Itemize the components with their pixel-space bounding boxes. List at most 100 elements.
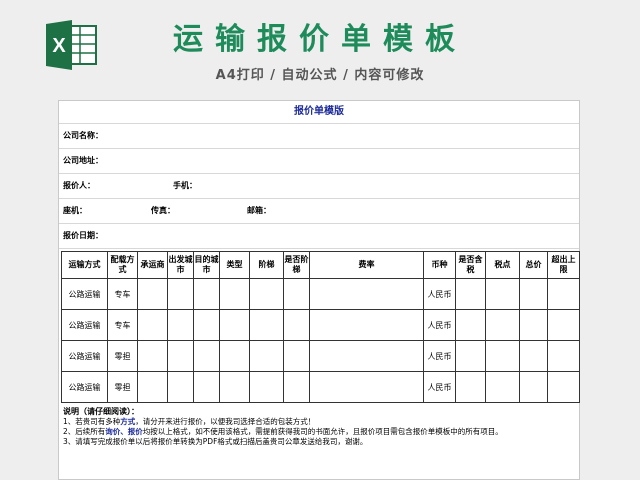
sheet-title: 报价单模版 [59,101,579,124]
cell-total[interactable] [519,278,548,310]
cell-type[interactable] [219,309,250,341]
notes-section: 说明（请仔细阅读）： 1、若贵司有多种方式，请分开来进行报价，以便我司选择合适的… [59,407,579,447]
quote-date-label: 报价日期： [63,231,103,240]
quote-date-row: 报价日期： [59,224,579,249]
cell-is-tiered[interactable] [283,371,310,403]
cell-tax-rate[interactable] [485,340,520,372]
cell-carrier[interactable] [137,371,168,403]
cell-currency[interactable]: 人民币 [423,278,456,310]
company-address-row: 公司地址： [59,149,579,174]
cell-type[interactable] [219,278,250,310]
cell-currency[interactable]: 人民币 [423,309,456,341]
cell-over-limit[interactable] [547,278,580,310]
cell-transport-mode[interactable]: 公路运输 [61,371,108,403]
company-name-label: 公司名称： [63,131,103,140]
col-origin-city: 出发城市 [167,251,194,279]
col-tax-rate: 税点 [485,251,520,279]
cell-load-mode[interactable]: 专车 [107,309,138,341]
cell-tier[interactable] [249,340,284,372]
cell-over-limit[interactable] [547,371,580,403]
cell-origin-city[interactable] [167,309,194,341]
quoter-label: 报价人： [63,181,95,190]
cell-type[interactable] [219,371,250,403]
cell-tax-included[interactable] [455,371,486,403]
fax-label: 传真： [151,206,175,215]
cell-total[interactable] [519,309,548,341]
cell-load-mode[interactable]: 专车 [107,278,138,310]
note-line-1: 1、若贵司有多种方式，请分开来进行报价，以便我司选择合适的包装方式！ [63,417,316,426]
cell-load-mode[interactable]: 零担 [107,340,138,372]
company-address-label: 公司地址： [63,156,103,165]
cell-over-limit[interactable] [547,340,580,372]
cell-rate[interactable] [309,309,424,341]
cell-carrier[interactable] [137,340,168,372]
table-row: 公路运输 专车 人民币 [61,309,580,341]
cell-destination-city[interactable] [193,340,220,372]
cell-tax-rate[interactable] [485,278,520,310]
notes-title: 说明（请仔细阅读）： [63,407,139,416]
cell-origin-city[interactable] [167,340,194,372]
table-row: 公路运输 专车 人民币 [61,278,580,310]
company-name-row: 公司名称： [59,124,579,149]
cell-destination-city[interactable] [193,309,220,341]
note-line-3: 3、请填写完成报价单以后将报价单转换为PDF格式或扫描后盖贵司公章发送给我司，谢… [63,437,368,446]
cell-rate[interactable] [309,340,424,372]
col-destination-city: 目的城市 [193,251,220,279]
cell-carrier[interactable] [137,309,168,341]
cell-rate[interactable] [309,371,424,403]
contact-row: 座机： 传真： 邮箱： [59,199,579,224]
col-type: 类型 [219,251,250,279]
cell-is-tiered[interactable] [283,278,310,310]
note-line-2: 2、后续所有询价、报价均按以上格式，如不使用该格式，需提前获得我司的书面允许，且… [63,427,503,436]
col-transport-mode: 运输方式 [61,251,108,279]
quote-sheet: 报价单模版 公司名称： 公司地址： 报价人： 手机： 座机： 传真： 邮箱： 报… [58,100,580,480]
cell-total[interactable] [519,371,548,403]
cell-destination-city[interactable] [193,371,220,403]
col-tier: 阶梯 [249,251,284,279]
email-label: 邮箱： [247,206,271,215]
quoter-row: 报价人： 手机： [59,174,579,199]
cell-tax-included[interactable] [455,340,486,372]
cell-tax-rate[interactable] [485,309,520,341]
cell-tier[interactable] [249,371,284,403]
page-subtitle: A4打印 / 自动公式 / 内容可修改 [215,68,425,83]
mobile-label: 手机： [173,181,197,190]
cell-currency[interactable]: 人民币 [423,340,456,372]
excel-logo-icon: X [42,20,100,70]
cell-transport-mode[interactable]: 公路运输 [61,309,108,341]
cell-origin-city[interactable] [167,371,194,403]
cell-tax-rate[interactable] [485,371,520,403]
cell-tax-included[interactable] [455,278,486,310]
cell-load-mode[interactable]: 零担 [107,371,138,403]
cell-rate[interactable] [309,278,424,310]
quote-table: 运输方式 配载方式 承运商 出发城市 目的城市 类型 阶梯 是否阶梯 费率 币种… [61,251,580,403]
table-header-row: 运输方式 配载方式 承运商 出发城市 目的城市 类型 阶梯 是否阶梯 费率 币种… [61,251,580,279]
col-over-limit: 超出上限 [547,251,580,279]
page-title: 运输报价单模板 [173,22,467,57]
svg-text:X: X [52,35,66,57]
cell-tier[interactable] [249,309,284,341]
col-currency: 币种 [423,251,456,279]
cell-destination-city[interactable] [193,278,220,310]
cell-transport-mode[interactable]: 公路运输 [61,278,108,310]
cell-currency[interactable]: 人民币 [423,371,456,403]
cell-carrier[interactable] [137,278,168,310]
col-carrier: 承运商 [137,251,168,279]
table-row: 公路运输 零担 人民币 [61,340,580,372]
col-is-tiered: 是否阶梯 [283,251,310,279]
cell-transport-mode[interactable]: 公路运输 [61,340,108,372]
cell-type[interactable] [219,340,250,372]
cell-is-tiered[interactable] [283,340,310,372]
cell-origin-city[interactable] [167,278,194,310]
cell-total[interactable] [519,340,548,372]
cell-over-limit[interactable] [547,309,580,341]
table-row: 公路运输 零担 人民币 [61,371,580,403]
col-total: 总价 [519,251,548,279]
cell-is-tiered[interactable] [283,309,310,341]
col-load-mode: 配载方式 [107,251,138,279]
cell-tax-included[interactable] [455,309,486,341]
col-tax-included: 是否含税 [455,251,486,279]
col-rate: 费率 [309,251,424,279]
landline-label: 座机： [63,206,87,215]
cell-tier[interactable] [249,278,284,310]
